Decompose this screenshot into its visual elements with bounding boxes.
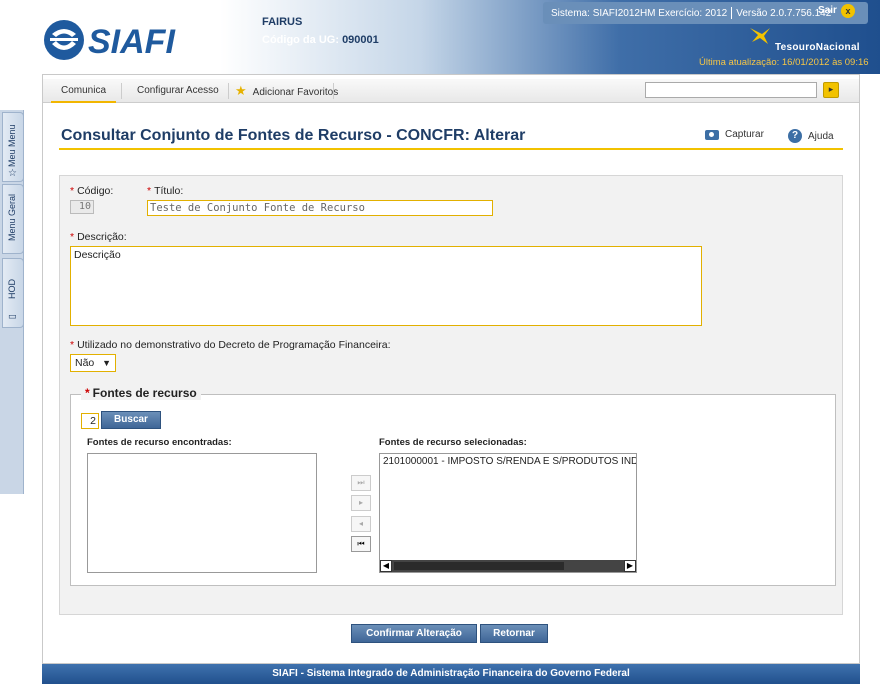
menu-configurar-acesso[interactable]: Configurar Acesso [127,79,229,103]
ug-code: 090001 [342,34,379,46]
tesouro-nacional-logo: TesouroNacional [775,42,860,53]
menu-separator [333,83,334,99]
side-tab-meu-menu[interactable]: Meu Menu ☆ [2,112,24,182]
encontradas-label: Fontes de recurso encontradas: [87,437,232,448]
ultima-atualizacao: Última atualização: 16/01/2012 às 09:16 [699,57,869,68]
main-panel: Comunica Configurar Acesso ★ Adicionar Fa… [42,74,860,664]
fontes-count-field[interactable]: 2 [81,413,99,429]
fontes-fieldset: * Fontes de recurso 2 Buscar Fontes de re… [70,386,836,586]
retornar-button[interactable]: Retornar [480,624,548,643]
exercicio-value: 2012 [704,7,728,19]
list-item[interactable]: 2101000001 - IMPOSTO S/RENDA E S/PRODUTO… [380,454,636,469]
sistema-label: Sistema: [551,7,590,19]
titulo-field[interactable]: Teste de Conjunto Fonte de Recurso [147,200,493,216]
menu-separator [121,83,122,99]
monitor-icon: ▭ [8,311,17,321]
search-go-icon[interactable]: ▸ [823,82,839,98]
sair-icon[interactable]: x [841,4,855,18]
confirmar-alteracao-button[interactable]: Confirmar Alteração [351,624,477,643]
utilizado-select-value: Não [75,357,95,369]
sair-link[interactable]: Sair [818,5,837,16]
ajuda-label: Ajuda [808,130,834,142]
utilizado-select[interactable]: Não ▼ [70,354,116,372]
fontes-legend: * Fontes de recurso [81,386,201,400]
capturar-button[interactable]: Capturar [705,129,764,140]
menubar: Comunica Configurar Acesso ★ Adicionar Fa… [43,79,859,103]
move-all-left-icon[interactable]: ⏮ [351,536,371,552]
star-icon: ☆ [8,168,17,179]
utilizado-label: * Utilizado no demonstrativo do Decreto d… [70,339,391,351]
descricao-label: * Descrição: [70,231,127,243]
scroll-thumb[interactable] [394,562,564,570]
footer: SIAFI - Sistema Integrado de Administraç… [42,664,860,684]
side-tab-meu-menu-label: Meu Menu [7,124,17,167]
camera-icon [705,129,719,140]
titulo-label: * Título: [147,185,184,197]
menu-comunica[interactable]: Comunica [51,79,117,103]
selecionadas-label: Fontes de recurso selecionadas: [379,437,527,448]
selecionadas-list[interactable]: 2101000001 - IMPOSTO S/RENDA E S/PRODUTO… [379,453,637,573]
form-box: * Código: 10 * Título: Teste de Conjunto F… [59,175,843,615]
sistema-value: SIAFI2012HM [592,7,656,19]
chevron-down-icon: ▼ [102,358,111,368]
exercicio-label: Exercício: [658,7,703,19]
codigo-field: 10 [70,200,94,214]
separator [731,7,733,19]
side-tab-hod-label: HOD [7,279,17,299]
versao-label: Versão [736,7,768,19]
page-title: Consultar Conjunto de Fontes de Recurso … [61,127,526,144]
help-icon: ? [788,129,802,143]
title-divider [59,148,843,150]
descricao-textarea[interactable]: Descrição [70,246,702,326]
ajuda-button[interactable]: ? Ajuda [788,129,834,143]
svg-text:SIAFI: SIAFI [88,23,176,61]
move-right-icon[interactable]: ▸ [351,495,371,511]
siafi-logo: SIAFI [42,18,182,62]
scroll-left-icon[interactable]: ◀ [380,560,392,572]
capturar-label: Capturar [725,129,764,140]
move-all-right-icon[interactable]: ⏭ [351,475,371,491]
ug-name: FAIRUS [262,16,303,28]
encontradas-list[interactable] [87,453,317,573]
star-icon: ★ [235,83,247,98]
horizontal-scrollbar[interactable]: ◀ ▶ [380,560,636,572]
side-tab-hod[interactable]: HOD ▭ [2,258,24,328]
side-tabs: Meu Menu ☆ Menu Geral HOD ▭ [0,110,24,494]
ug-code-label: Código da UG: [262,34,339,46]
tesouro-star-icon [748,26,774,46]
menu-search-input[interactable] [645,82,817,98]
menu-adicionar-favoritos[interactable]: ★ Adicionar Favoritos [225,79,348,103]
menu-adicionar-favoritos-label: Adicionar Favoritos [252,87,339,98]
codigo-label: * Código: [70,185,114,197]
buscar-button[interactable]: Buscar [101,411,161,429]
side-tab-menu-geral[interactable]: Menu Geral [2,184,24,254]
ug-code-row: Código da UG: 090001 [262,34,379,46]
move-left-icon[interactable]: ◂ [351,516,371,532]
header: SIAFI FAIRUS Código da UG: 090001 Sistem… [0,0,880,74]
ug-info: FAIRUS Código da UG: 090001 [262,16,379,46]
scroll-right-icon[interactable]: ▶ [624,560,636,572]
side-tab-menu-geral-label: Menu Geral [7,193,17,241]
